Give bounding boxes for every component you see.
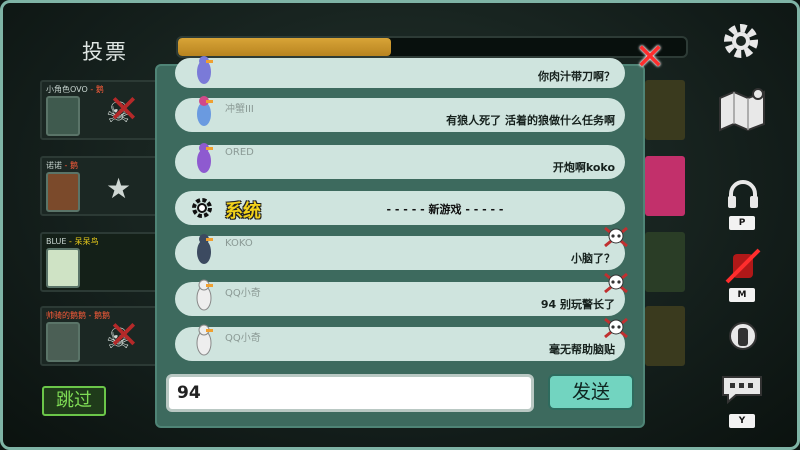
player-card-peek [645, 306, 685, 366]
player-card[interactable]: 帅骑的鹅鹅 - 鹅鹅 ☠ ✕ [40, 306, 158, 366]
player-portrait [46, 248, 80, 288]
cross-icon: ✕ [108, 313, 140, 357]
player-role: - 呆呆鸟 [69, 237, 99, 246]
keybind-badge: P [729, 216, 755, 230]
settings-button[interactable] [718, 18, 768, 62]
map-icon [719, 88, 765, 132]
chat-text: 小脑了？ [571, 252, 615, 265]
player-role: - 鹅 [90, 85, 104, 94]
system-message: 系统 - - - - - 新游戏 - - - - - [175, 191, 625, 225]
map-button[interactable] [718, 86, 768, 132]
player-name: 诺诺 [46, 161, 62, 170]
chat-sender: QQ小奇 [225, 333, 261, 344]
goose-avatar-icon [197, 234, 213, 264]
chat-sender: 冲蟹III [225, 104, 254, 115]
goose-avatar-icon [196, 279, 213, 311]
chat-text: 开炮啊koko [552, 161, 615, 174]
chat-message: QQ小奇 毫无帮助脑贴 [175, 317, 628, 361]
system-notice: - - - - - 新游戏 - - - - - [386, 203, 504, 216]
vote-timer-bar [176, 36, 688, 58]
keybind-badge: M [729, 288, 755, 302]
player-card[interactable]: 诺诺 - 鹅 ★ [40, 156, 158, 216]
hand-icon [729, 322, 757, 350]
headphones-icon [728, 180, 758, 208]
goose-avatar-icon [197, 143, 213, 173]
send-button[interactable]: 发送 [548, 374, 634, 410]
chat-message: 冲蟹III 有狼人死了 活着的狼做什么任务啊 [175, 96, 625, 132]
player-name: BLUE [46, 237, 67, 246]
emote-button[interactable] [718, 320, 768, 356]
chat-message: ORED 开炮啊koko [175, 143, 625, 179]
chat-text: 有狼人死了 活着的狼做什么任务啊 [446, 114, 615, 127]
mute-button[interactable]: M [718, 246, 768, 302]
chat-input[interactable] [169, 377, 531, 409]
chat-message: 你肉汁带刀啊？ [175, 56, 625, 88]
chat-text: 毫无帮助脑贴 [549, 343, 615, 356]
mute-icon [725, 248, 761, 284]
chat-message: KOKO 小脑了？ [175, 226, 628, 270]
player-role: - 鹅 [64, 161, 78, 170]
dead-skull-icon [604, 272, 628, 294]
goose-avatar-icon [197, 96, 213, 126]
player-portrait [46, 96, 80, 136]
chat-sender: QQ小奇 [225, 288, 261, 299]
chat-text: 94 别玩警长了 [540, 298, 615, 311]
chat-input-wrapper [166, 374, 534, 412]
player-card-peek [645, 156, 685, 216]
chat-icon [722, 376, 762, 404]
player-portrait [46, 172, 80, 212]
dead-skull-icon [604, 317, 628, 339]
star-icon: ★ [106, 172, 132, 205]
voice-toggle-button[interactable]: P [718, 176, 768, 232]
goose-avatar-icon [196, 324, 213, 356]
player-portrait [46, 322, 80, 362]
dead-skull-icon [604, 226, 628, 248]
goose-avatar-icon [197, 56, 213, 84]
gear-icon [724, 24, 758, 58]
chat-button[interactable]: Y [718, 374, 768, 430]
player-card[interactable]: 小角色OVO - 鹅 ☠ ✕ [40, 80, 158, 140]
player-name: 帅骑的鹅鹅 [46, 311, 86, 320]
skip-vote-button[interactable]: 跳过 [42, 386, 106, 416]
chat-sender: ORED [225, 147, 254, 158]
chat-text: 你肉汁带刀啊？ [538, 70, 615, 83]
player-card-peek [645, 80, 685, 140]
player-role: - 鹅鹅 [88, 311, 110, 320]
player-name: 小角色OVO [46, 85, 88, 94]
chat-sender: KOKO [225, 238, 253, 249]
chat-message: QQ小奇 94 别玩警长了 [175, 272, 628, 316]
player-card[interactable]: BLUE - 呆呆鸟 [40, 232, 158, 292]
close-chat-button[interactable]: ✕ [632, 40, 668, 76]
player-card-peek [645, 232, 685, 292]
keybind-badge: Y [729, 414, 755, 428]
cross-icon: ✕ [108, 87, 140, 131]
vote-title: 投票 [82, 40, 128, 64]
